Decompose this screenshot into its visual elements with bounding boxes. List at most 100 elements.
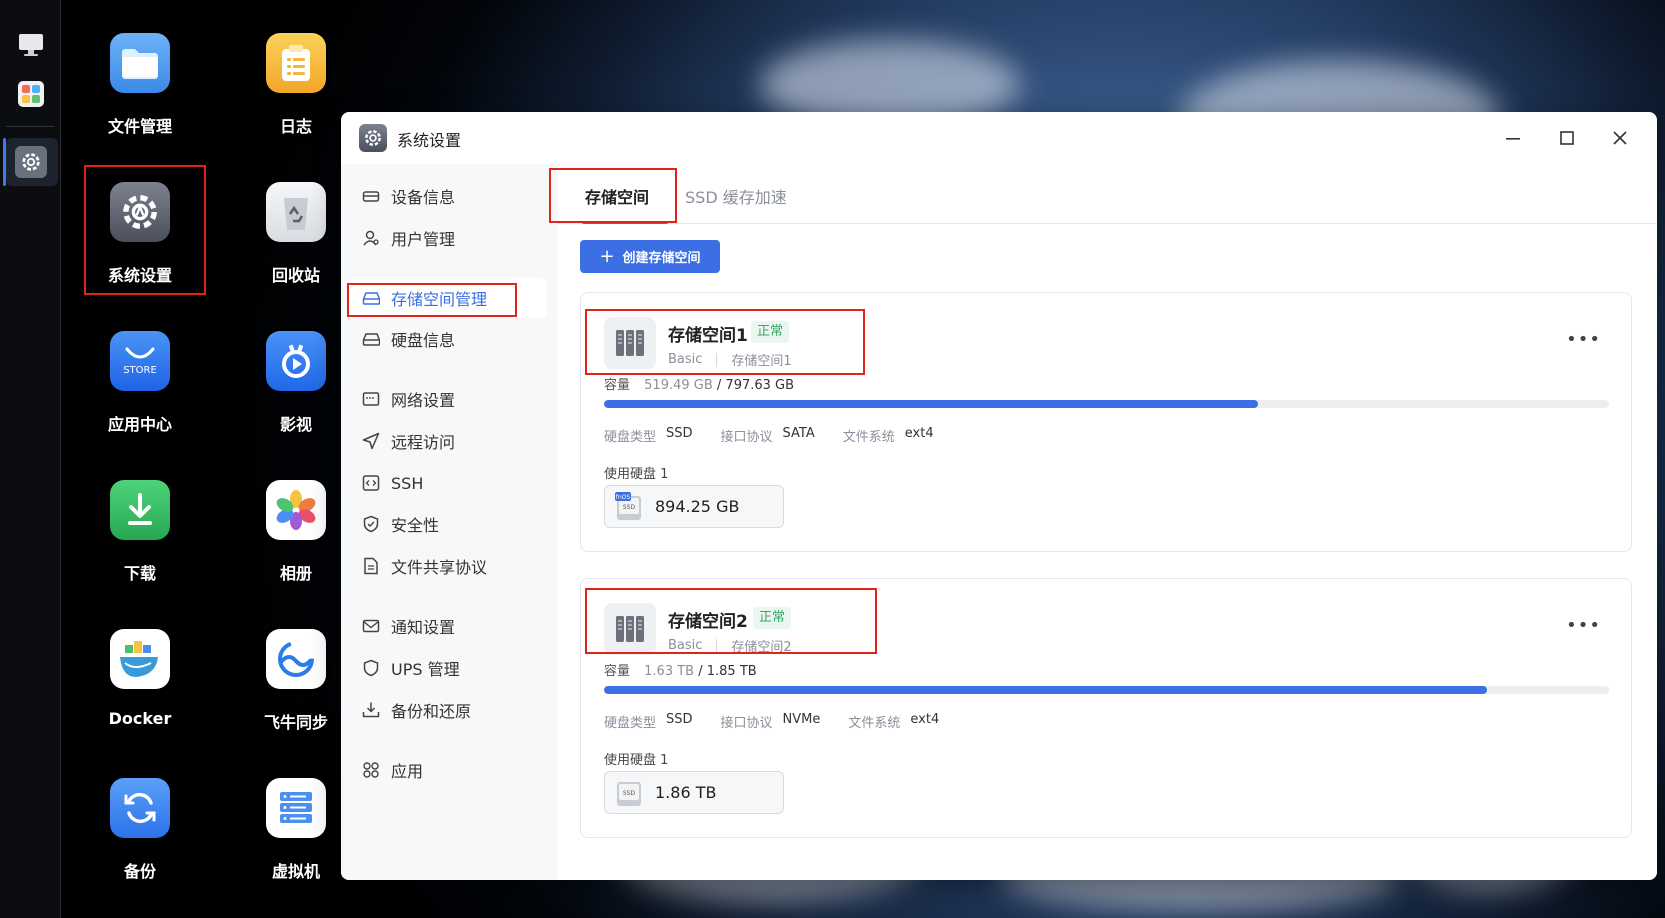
desktop-monitor-icon[interactable] — [15, 28, 47, 60]
close-icon[interactable] — [1608, 126, 1632, 150]
desktop-icon-app-center[interactable]: STORE 应用中心 — [80, 331, 200, 451]
desktop-icon-label: 系统设置 — [107, 266, 172, 285]
desktop-icon-download[interactable]: 下载 — [80, 480, 200, 600]
status-badge: 正常 — [751, 321, 790, 343]
window-title: 系统设置 — [397, 131, 462, 150]
disk-type-value: SSD — [666, 712, 693, 727]
dock-settings-icon[interactable] — [15, 146, 47, 178]
capacity-line: 容量 519.49 GB / 797.63 GB — [604, 374, 794, 393]
sidebar-item-ups[interactable]: UPS 管理 — [347, 648, 547, 688]
filesystem-value: ext4 — [910, 712, 940, 727]
tab-bar: 存储空间 SSD 缓存加速 — [557, 164, 1657, 224]
user-icon — [361, 228, 381, 248]
desktop-icon-label: 日志 — [279, 117, 312, 136]
send-icon — [361, 431, 381, 451]
plus-icon: + — [599, 246, 615, 267]
app-launcher-icon[interactable] — [15, 78, 47, 110]
sidebar-item-remote-access[interactable]: 远程访问 — [347, 421, 547, 461]
desktop-icon-label: 虚拟机 — [271, 862, 320, 881]
desktop-icon-label: 文件管理 — [107, 117, 172, 136]
desktop-icon-sync[interactable]: 飞牛同步 — [236, 629, 356, 749]
desktop-icon-label: 相册 — [279, 564, 312, 583]
more-options-icon[interactable]: ••• — [1566, 615, 1601, 636]
pool-name: 存储空间2 — [668, 612, 748, 632]
desktop-icon-system-settings[interactable]: 系统设置 — [80, 182, 200, 302]
desktop-icon-label: Docker — [108, 709, 172, 728]
backup-icon — [110, 778, 170, 838]
desktop-icon-docker[interactable]: Docker — [80, 629, 200, 749]
desktop-icon-photos[interactable]: 相册 — [236, 480, 356, 600]
sidebar-item-label: 文件共享协议 — [391, 558, 488, 577]
notepad-icon — [266, 33, 326, 93]
capacity-used: 519.49 GB — [644, 378, 713, 393]
tab-ssd-cache[interactable]: SSD 缓存加速 — [685, 184, 787, 208]
sidebar-item-label: SSH — [391, 473, 424, 493]
sidebar-item-security[interactable]: 安全性 — [347, 504, 547, 544]
desktop-icon-recycle-bin[interactable]: 回收站 — [236, 182, 356, 302]
settings-app-icon — [359, 124, 387, 152]
pool-name: 存储空间1 — [668, 326, 748, 346]
raid-type: Basic — [668, 638, 703, 653]
sidebar-item-file-sharing[interactable]: 文件共享协议 — [347, 546, 547, 586]
desktop-icon-label: 影视 — [279, 415, 312, 434]
network-icon — [361, 389, 381, 409]
server-rack-icon — [604, 317, 656, 369]
sidebar-item-label: 网络设置 — [391, 391, 456, 410]
shield-check-icon — [361, 514, 381, 534]
capacity-total: / 797.63 GB — [716, 378, 795, 393]
desktop-icon-label: 下载 — [123, 564, 156, 583]
sidebar-item-apps[interactable]: 应用 — [347, 750, 547, 790]
sidebar-item-user-management[interactable]: 用户管理 — [347, 218, 547, 258]
storage-pool-card: 存储空间2 正常 Basic 存储空间2 ••• 容量 1.63 TB / 1.… — [580, 578, 1632, 838]
capacity-label: 容量 — [604, 664, 631, 679]
device-icon — [361, 186, 381, 206]
sidebar-item-label: 用户管理 — [391, 230, 456, 249]
desktop-icon-label: 回收站 — [271, 266, 320, 285]
disk-type-value: SSD — [666, 426, 693, 441]
download-icon — [110, 480, 170, 540]
desktop-icon-vm[interactable]: 虚拟机 — [236, 778, 356, 898]
ssd-icon: fnOS SSD — [615, 491, 641, 520]
disk-icon — [361, 329, 381, 349]
sidebar-item-label: 通知设置 — [391, 618, 456, 637]
sidebar-item-device-info[interactable]: 设备信息 — [347, 176, 547, 216]
backup-restore-icon — [361, 700, 381, 720]
sidebar-item-backup-restore[interactable]: 备份和还原 — [347, 690, 547, 730]
sidebar-item-label: 硬盘信息 — [391, 331, 456, 350]
gear-icon — [110, 182, 170, 242]
create-storage-label: 创建存储空间 — [622, 251, 701, 266]
create-storage-button[interactable]: + 创建存储空间 — [580, 240, 720, 273]
pool-subtitle: Basic 存储空间2 — [668, 636, 792, 655]
desktop-icon-backup[interactable]: 备份 — [80, 778, 200, 898]
store-icon: STORE — [110, 331, 170, 391]
sidebar-item-ssh[interactable]: SSH — [347, 463, 547, 503]
more-options-icon[interactable]: ••• — [1566, 329, 1601, 350]
disk-size: 894.25 GB — [655, 497, 740, 516]
desktop-icon-logs[interactable]: 日志 — [236, 33, 356, 153]
sidebar-item-network[interactable]: 网络设置 — [347, 379, 547, 419]
server-rack-icon — [604, 603, 656, 655]
raid-type: Basic — [668, 352, 703, 367]
disk-chip[interactable]: fnOS SSD 894.25 GB — [604, 485, 784, 528]
maximize-icon[interactable] — [1555, 126, 1579, 150]
store-tile-text: STORE — [123, 364, 157, 376]
disk-chip[interactable]: SSD 1.86 TB — [604, 771, 784, 814]
interface-value: NVMe — [782, 712, 821, 727]
video-icon — [266, 331, 326, 391]
active-tab-indicator — [582, 221, 668, 224]
window-titlebar[interactable]: 系统设置 — [341, 112, 1657, 164]
desktop-icon-video[interactable]: 影视 — [236, 331, 356, 451]
desktop-icon-label: 应用中心 — [107, 415, 172, 434]
minimize-icon[interactable] — [1501, 126, 1525, 150]
sidebar-item-notifications[interactable]: 通知设置 — [347, 606, 547, 646]
interface-value: SATA — [782, 426, 815, 441]
sidebar-item-disk-info[interactable]: 硬盘信息 — [347, 319, 547, 359]
pool-subtitle: Basic 存储空间1 — [668, 350, 792, 369]
disk-type-label: 硬盘类型 — [604, 430, 657, 445]
desktop-icon-file-manager[interactable]: 文件管理 — [80, 33, 200, 153]
sidebar-item-storage-management[interactable]: 存储空间管理 — [347, 278, 547, 318]
filesystem-value: ext4 — [904, 426, 934, 441]
tab-storage-space[interactable]: 存储空间 — [585, 184, 649, 208]
code-icon — [361, 473, 381, 493]
capacity-bar-fill — [604, 400, 1259, 408]
